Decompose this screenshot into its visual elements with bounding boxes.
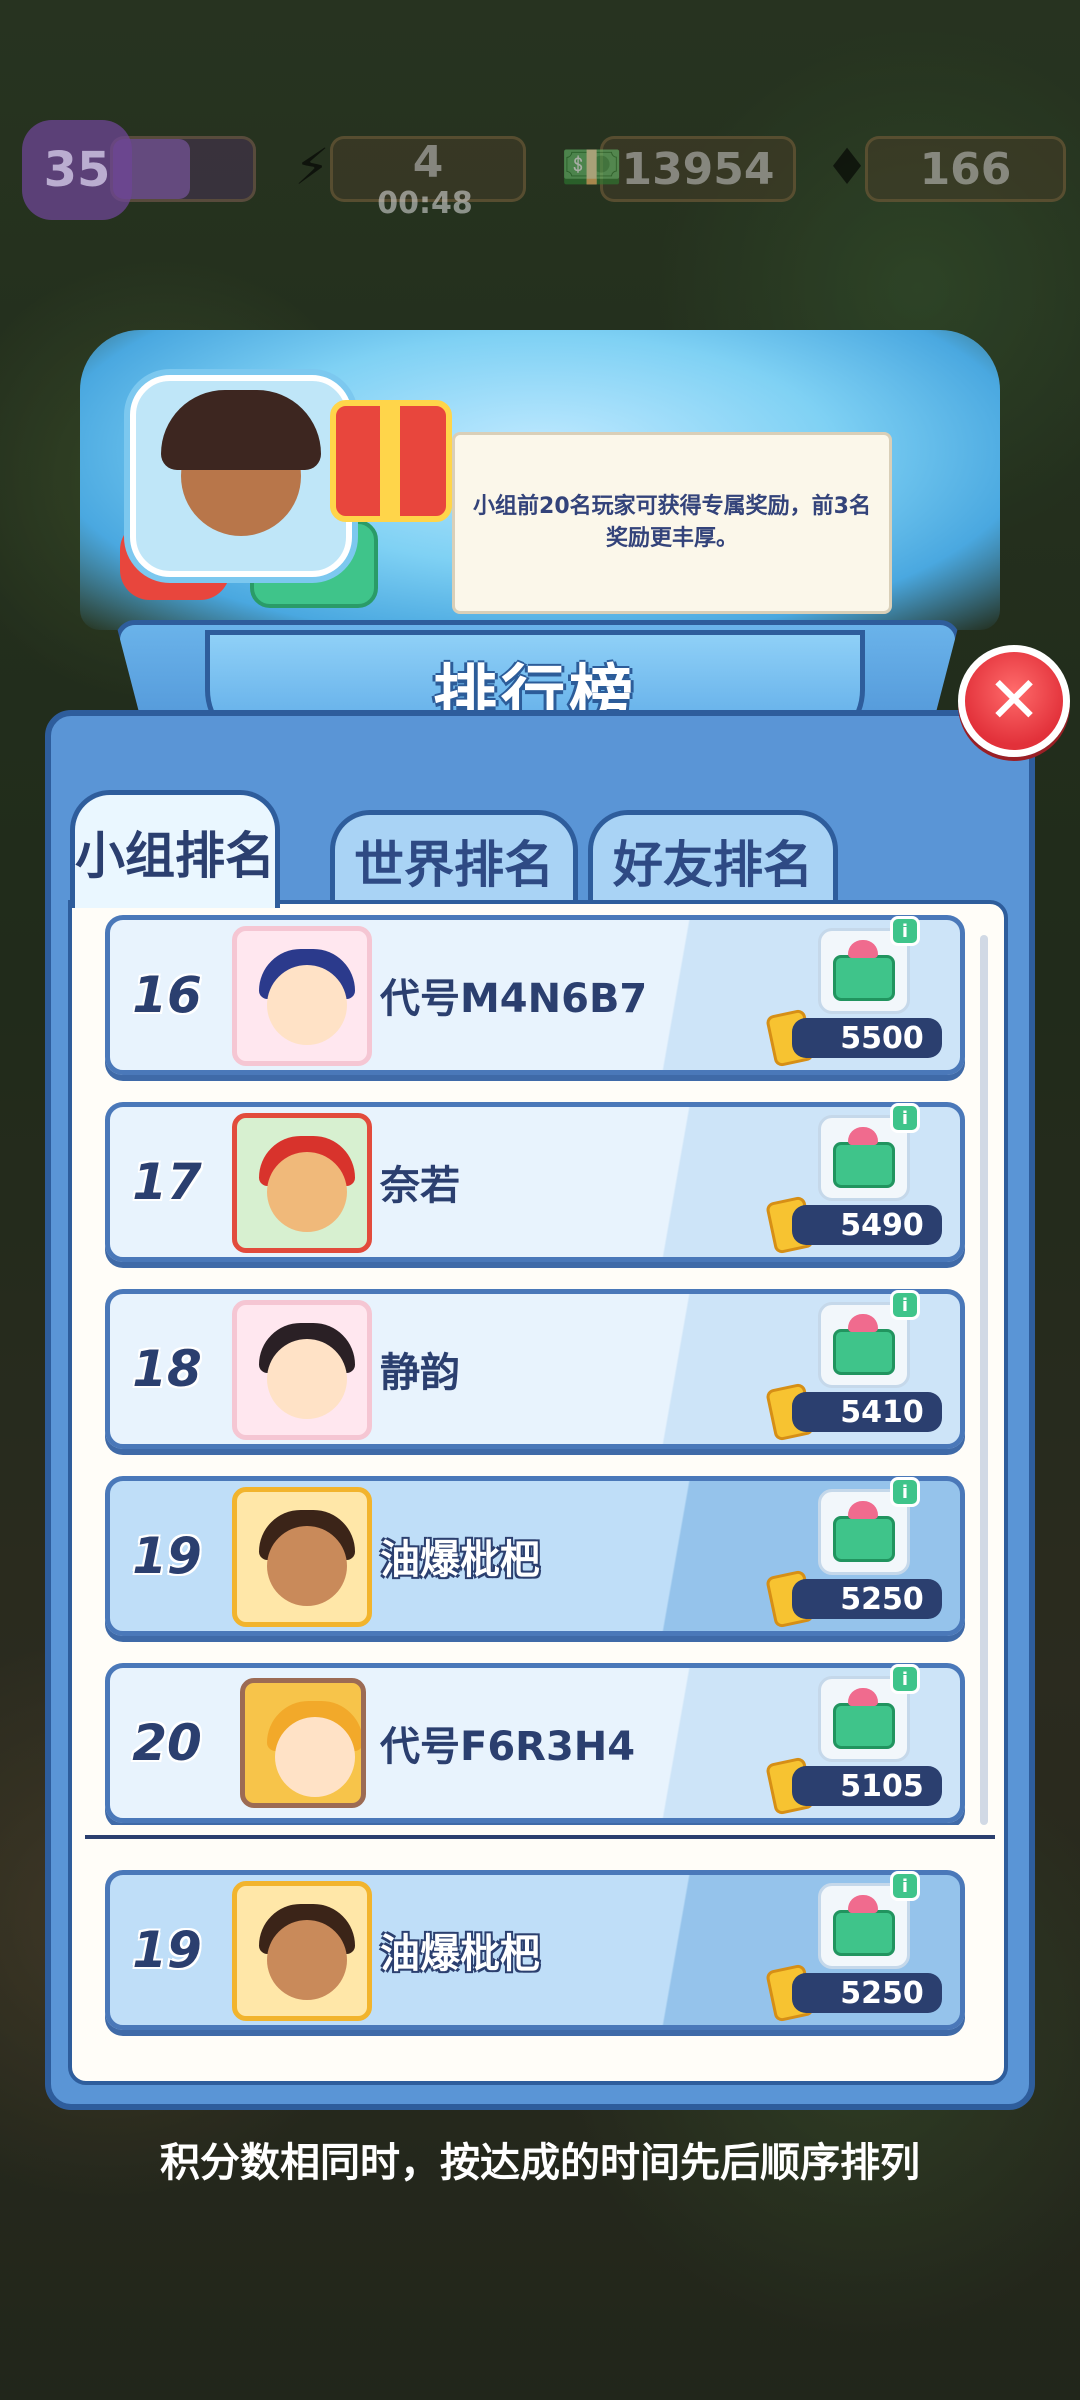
tab-world-ranking[interactable]: 世界排名 [330,810,578,906]
tab-label: 小组排名 [75,826,275,885]
rank-number: 19 [132,1921,202,1979]
ruby-icon: ♦ [824,138,870,196]
player-avatar[interactable] [232,1300,372,1440]
avatar-face [267,965,347,1045]
player-avatar[interactable] [232,1881,372,2021]
player-name: 油爆枇杷 [380,1537,540,1583]
tab-group-ranking[interactable]: 小组排名 [70,790,280,908]
gift-icon [833,1127,895,1188]
gift-icon [833,1895,895,1956]
player-avatar[interactable] [232,926,372,1066]
gift-icon [833,1314,895,1375]
level-badge[interactable]: 35 [22,120,132,220]
gift-icon [833,1688,895,1749]
player-name: 静韵 [380,1350,460,1396]
player-name: 油爆枇杷 [380,1931,540,1977]
player-avatar[interactable] [240,1678,366,1808]
avatar-face [275,1717,355,1797]
avatar-face [267,1526,347,1606]
player-name: 代号F6R3H4 [380,1724,636,1770]
list-divider [85,1835,995,1839]
gift-icon [833,1501,895,1562]
energy-timer: 00:48 [377,186,473,221]
character-face-icon [161,390,321,536]
info-icon[interactable]: i [890,916,920,946]
self-ranking-row[interactable]: 19 油爆枇杷 i 5250 [105,1870,965,2030]
ranking-row[interactable]: 16 代号M4N6B7 i 5500 [105,915,965,1075]
gift-box-icon [330,400,452,522]
info-icon[interactable]: i [890,1477,920,1507]
gem-counter[interactable]: 166 [865,136,1066,202]
top-hud: 35 4 ⚡ 00:48 13954 💵 166 ♦ [0,120,1080,221]
cash-icon: 💵 [560,137,624,196]
character-hair [161,390,321,470]
player-name: 代号M4N6B7 [380,976,648,1022]
rank-number: 16 [132,966,202,1024]
tab-friend-ranking[interactable]: 好友排名 [588,810,838,906]
tab-label: 好友排名 [613,835,813,894]
info-icon[interactable]: i [890,1103,920,1133]
rank-number: 18 [132,1340,202,1398]
close-icon: ✕ [987,664,1041,738]
rank-number: 20 [132,1714,202,1772]
ranking-row[interactable]: 20 代号F6R3H4 i 5105 [105,1663,965,1823]
rank-number: 17 [132,1153,202,1211]
score-value: 5490 [792,1205,942,1245]
player-avatar[interactable] [232,1487,372,1627]
reward-tooltip-text: 小组前20名玩家可获得专属奖励，前3名奖励更丰厚。 [473,494,871,551]
level-value: 35 [43,142,111,198]
ranking-row-current-player[interactable]: 19 油爆枇杷 i 5250 [105,1476,965,1636]
player-name: 奈若 [380,1163,460,1209]
avatar-face [267,1920,347,2000]
score-value: 5500 [792,1018,942,1058]
rank-number: 19 [132,1527,202,1585]
info-icon[interactable]: i [890,1664,920,1694]
info-icon[interactable]: i [890,1290,920,1320]
score-value: 5410 [792,1392,942,1432]
cash-value: 13954 [621,143,775,195]
close-button[interactable]: ✕ [958,645,1070,757]
ranking-row[interactable]: 17 奈若 i 5490 [105,1102,965,1262]
tab-bar: 小组排名 世界排名 好友排名 [70,790,870,910]
avatar-face [267,1152,347,1232]
ranking-row[interactable]: 18 静韵 i 5410 [105,1289,965,1449]
gift-icon [833,940,895,1001]
ranking-list[interactable]: 16 代号M4N6B7 i 5500 17 奈若 i 5490 18 静韵 i [90,905,1000,1825]
gem-value: 166 [919,143,1012,195]
info-icon[interactable]: i [890,1871,920,1901]
player-avatar[interactable] [232,1113,372,1253]
cash-counter[interactable]: 13954 [600,136,796,202]
score-value: 5105 [792,1766,942,1806]
score-value: 5250 [792,1973,942,2013]
tab-label: 世界排名 [354,835,554,894]
reward-tooltip: 小组前20名玩家可获得专属奖励，前3名奖励更丰厚。 [452,432,892,614]
score-value: 5250 [792,1579,942,1619]
energy-value: 4 [412,136,444,188]
banner-avatar [130,375,352,577]
avatar-face [267,1339,347,1419]
tie-rule-note: 积分数相同时，按达成的时间先后顺序排列 [160,2140,920,2186]
